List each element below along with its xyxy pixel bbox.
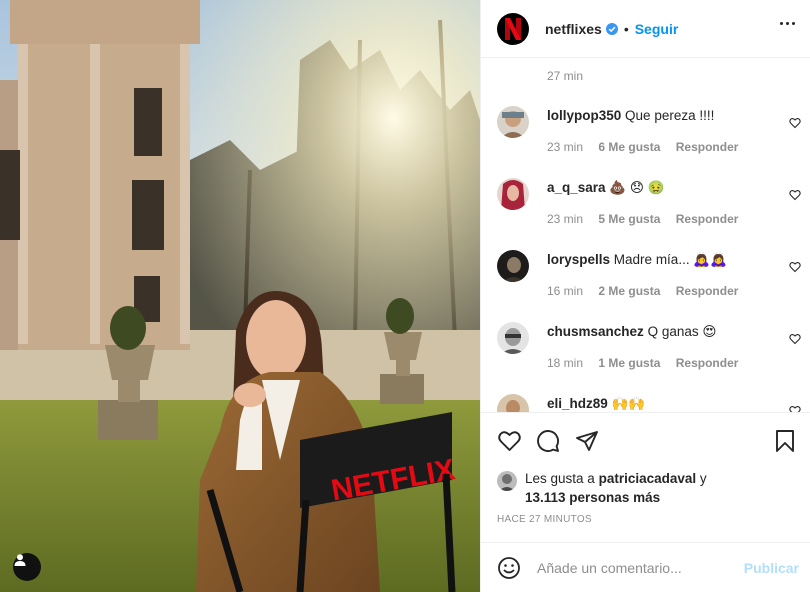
like-heart-icon[interactable] [497,429,522,458]
reply-button[interactable]: Responder [676,284,739,298]
comment-body: Q ganas 😍 [647,324,717,339]
comment-like-icon[interactable] [789,404,801,412]
comment-likes[interactable]: 5 Me gusta [598,212,660,226]
comment-time[interactable]: 16 min [547,284,583,298]
likes-prefix: Les gusta a [525,471,595,486]
tagged-users-button[interactable] [13,553,41,581]
comment-text: lollypop350 Que pereza !!!! [547,108,714,123]
comment-meta: 23 min 5 Me gusta Responder [547,212,738,226]
comment-text: a_q_sara 💩 😞 🤢 [547,180,665,196]
reply-button[interactable]: Responder [676,140,739,154]
comment-item: eli_hdz89 🙌🙌 [497,394,801,412]
save-bookmark-icon[interactable] [775,429,795,458]
commenter-username[interactable]: a_q_sara [547,180,606,195]
commenter-username[interactable]: loryspells [547,252,610,267]
comment-body: 💩 😞 🤢 [609,180,665,195]
comment-likes[interactable]: 6 Me gusta [598,140,660,154]
post-actions: Les gusta a patriciacadaval y 13.113 per… [481,412,810,542]
action-icons-row [497,429,797,455]
comment-like-icon[interactable] [789,332,801,350]
comment-item: chusmsanchez Q ganas 😍 18 min 1 Me gusta… [497,322,801,382]
comment-likes[interactable]: 2 Me gusta [598,284,660,298]
commenter-avatar[interactable] [497,394,529,412]
user-icon [14,554,26,566]
comment-item: loryspells Madre mía... 🙇‍♀️🙇‍♀️ 16 min … [497,250,801,310]
comment-text: chusmsanchez Q ganas 😍 [547,324,716,340]
post-timestamp[interactable]: HACE 27 MINUTOS [497,514,592,525]
comment-time[interactable]: 23 min [547,212,583,226]
netflix-logo-icon [505,17,521,40]
more-options-icon[interactable] [780,22,795,25]
comment-bubble-icon[interactable] [536,429,560,458]
commenter-username[interactable]: eli_hdz89 [547,396,608,411]
likes-text: Les gusta a patriciacadaval y 13.113 per… [525,469,745,507]
comment-like-icon[interactable] [789,116,801,134]
photo-scene: NETFLIX [0,0,480,592]
comment-like-icon[interactable] [789,188,801,206]
post-side-panel: netflixes • Seguir 27 min lollypop350 Qu… [480,0,810,592]
commenter-username[interactable]: lollypop350 [547,108,621,123]
separator-dot: • [623,20,629,37]
author-avatar[interactable] [497,12,529,45]
author-username[interactable]: netflixes [545,21,602,37]
likes-count[interactable]: 13.113 personas más [525,490,660,505]
comment-input[interactable] [537,557,737,579]
add-comment-bar: Publicar [481,542,810,592]
comments-list[interactable]: 27 min lollypop350 Que pereza !!!! 23 mi… [481,58,810,412]
verified-badge-icon [605,22,618,35]
follow-button[interactable]: Seguir [635,21,679,37]
commenter-avatar[interactable] [497,250,529,282]
share-paper-plane-icon[interactable] [575,429,599,458]
liker-avatar[interactable] [497,471,517,491]
caption-time: 27 min [547,69,584,83]
emoji-icon[interactable] [497,556,521,585]
comment-body: 🙌🙌 [611,396,646,411]
comment-text: loryspells Madre mía... 🙇‍♀️🙇‍♀️ [547,252,727,268]
comment-time[interactable]: 23 min [547,140,583,154]
comment-item: lollypop350 Que pereza !!!! 23 min 6 Me … [497,106,801,166]
comment-item: a_q_sara 💩 😞 🤢 23 min 5 Me gusta Respond… [497,178,801,238]
commenter-username[interactable]: chusmsanchez [547,324,644,339]
likes-connector: y [699,471,707,486]
comment-meta: 16 min 2 Me gusta Responder [547,284,738,298]
comment-body: Que pereza !!!! [625,108,715,123]
reply-button[interactable]: Responder [676,212,739,226]
commenter-avatar[interactable] [497,322,529,354]
comment-meta: 23 min 6 Me gusta Responder [547,140,738,154]
post-photo[interactable]: NETFLIX [0,0,480,592]
commenter-avatar[interactable] [497,178,529,210]
liker-username[interactable]: patriciacadaval [599,471,697,486]
commenter-avatar[interactable] [497,106,529,138]
comment-like-icon[interactable] [789,260,801,278]
comment-time[interactable]: 18 min [547,356,583,370]
comment-meta: 18 min 1 Me gusta Responder [547,356,738,370]
comment-body: Madre mía... 🙇‍♀️🙇‍♀️ [613,252,727,267]
post-header: netflixes • Seguir [481,0,810,58]
comment-likes[interactable]: 1 Me gusta [598,356,660,370]
comment-text: eli_hdz89 🙌🙌 [547,396,645,412]
publish-button[interactable]: Publicar [744,560,799,576]
reply-button[interactable]: Responder [676,356,739,370]
